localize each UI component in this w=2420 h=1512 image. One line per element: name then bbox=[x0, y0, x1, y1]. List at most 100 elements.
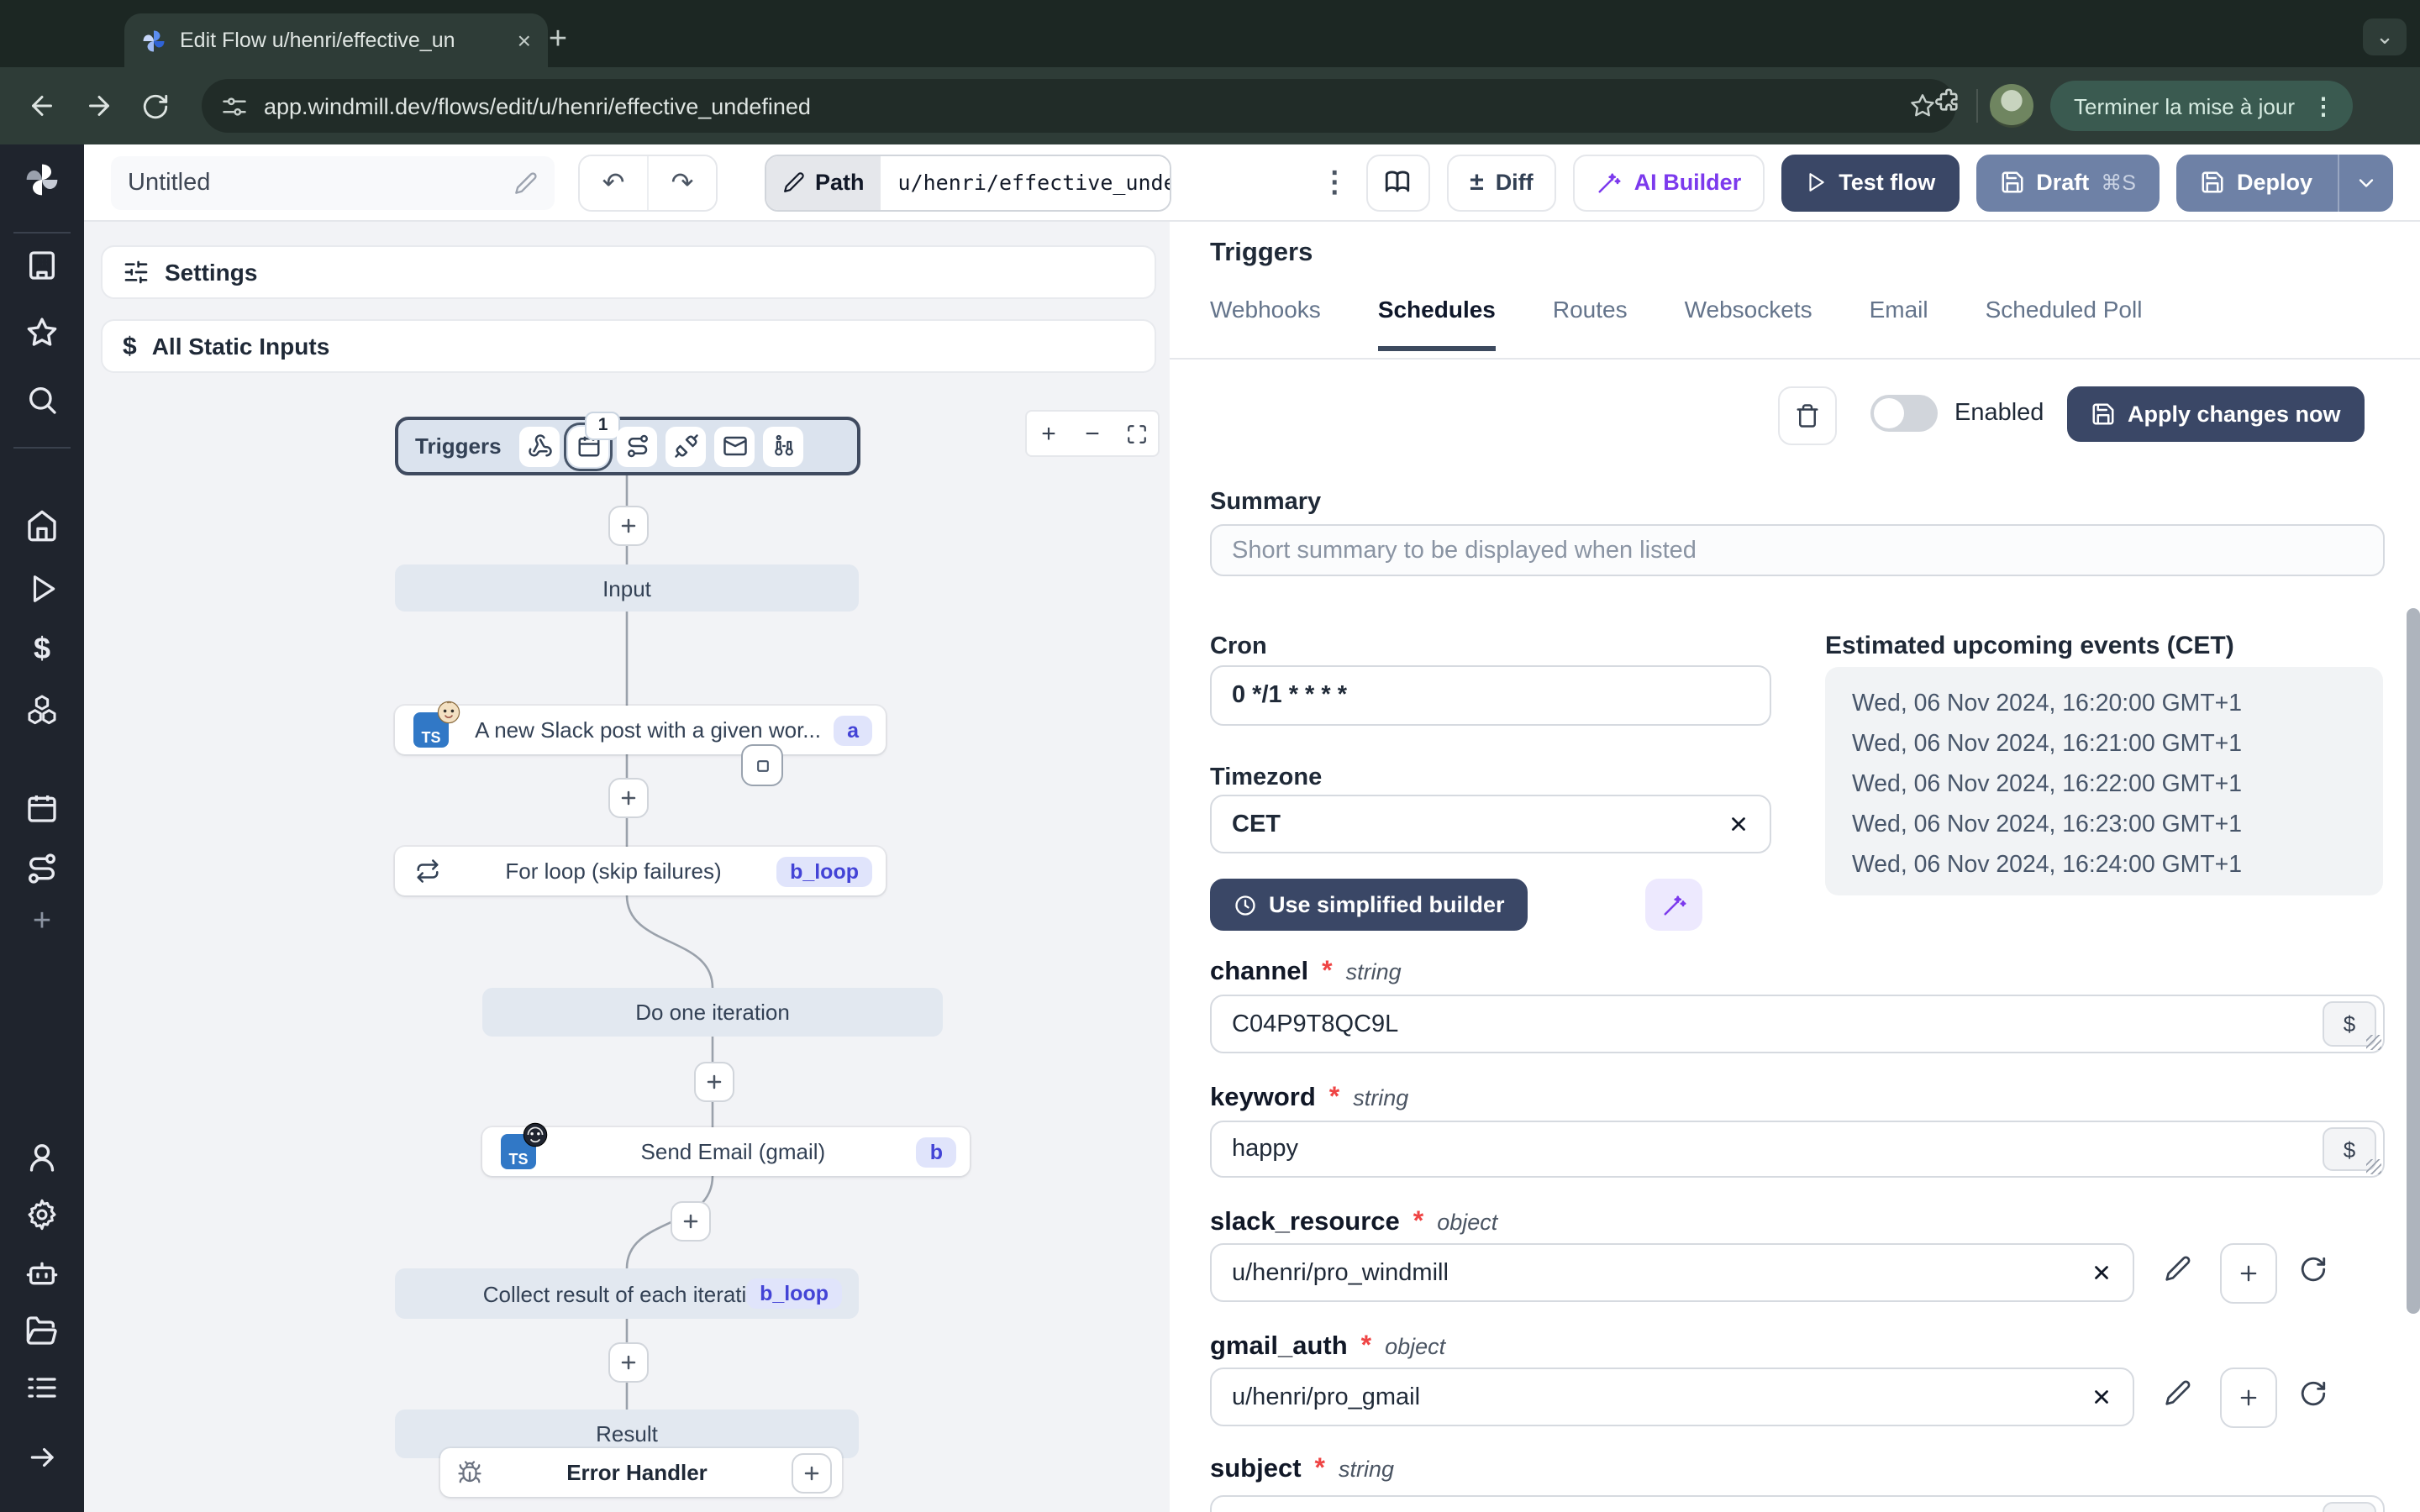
browser-tab[interactable]: Edit Flow u/henri/effective_un × bbox=[124, 13, 548, 67]
back-icon[interactable] bbox=[27, 91, 57, 121]
browser-menu-kebab-icon[interactable]: ⋮ bbox=[2312, 92, 2335, 120]
add-slack-resource-plus-button[interactable] bbox=[2220, 1243, 2277, 1304]
add-step-button[interactable] bbox=[608, 778, 649, 818]
windmill-logo-icon[interactable] bbox=[24, 161, 60, 198]
edit-gmail-auth-pencil-icon[interactable] bbox=[2165, 1379, 2191, 1406]
tab-search-chevron-icon[interactable]: ⌄ bbox=[2363, 18, 2407, 55]
deploy-button[interactable]: Deploy bbox=[2175, 154, 2393, 211]
cron-input[interactable]: 0 */1 * * * * bbox=[1210, 665, 1771, 726]
slack-resource-input[interactable]: u/henri/pro_windmill bbox=[1210, 1243, 2134, 1302]
edit-slack-resource-pencil-icon[interactable] bbox=[2165, 1255, 2191, 1282]
extensions-puzzle-icon[interactable] bbox=[1933, 86, 1961, 114]
refresh-gmail-auth-icon[interactable] bbox=[2299, 1379, 2328, 1408]
apply-changes-button[interactable]: Apply changes now bbox=[2067, 386, 2365, 442]
summary-input[interactable]: Short summary to be displayed when liste… bbox=[1210, 524, 2385, 576]
fit-view-button[interactable] bbox=[1114, 412, 1158, 455]
sidebar-item-runs-play-icon[interactable] bbox=[24, 570, 60, 606]
channel-input[interactable]: C04P9T8QC9L $ bbox=[1210, 995, 2385, 1053]
add-step-button[interactable] bbox=[608, 1342, 649, 1383]
sidebar-add-plus-icon[interactable]: + bbox=[24, 904, 60, 941]
timezone-input[interactable]: CET bbox=[1210, 795, 1771, 853]
path-chip[interactable]: Path u/henri/effective_undef bbox=[765, 154, 1172, 211]
add-gmail-auth-plus-button[interactable] bbox=[2220, 1368, 2277, 1428]
ai-cron-wand-button[interactable] bbox=[1645, 879, 1702, 931]
sidebar-item-home-icon[interactable] bbox=[24, 507, 60, 544]
deploy-chevron-down-icon[interactable] bbox=[2354, 171, 2378, 194]
flow-collect-node[interactable]: Collect result of each iteration b_loop bbox=[395, 1268, 859, 1319]
sidebar-expand-arrow-icon[interactable] bbox=[24, 1438, 60, 1475]
clear-slack-resource-x-icon[interactable] bbox=[2091, 1262, 2112, 1284]
sidebar-item-workspace-icon[interactable] bbox=[24, 247, 60, 284]
reload-icon[interactable] bbox=[141, 92, 170, 120]
flow-for-loop-node[interactable]: For loop (skip failures) b_loop bbox=[395, 847, 886, 895]
trigger-route-icon[interactable] bbox=[617, 426, 658, 466]
tab-schedules[interactable]: Schedules bbox=[1377, 296, 1496, 351]
tab-close-icon[interactable]: × bbox=[518, 27, 531, 54]
sidebar-item-search-icon[interactable] bbox=[24, 381, 60, 418]
sidebar-item-routes-icon[interactable] bbox=[24, 850, 60, 887]
sidebar-item-variables-dollar-icon[interactable]: $ bbox=[24, 630, 60, 667]
flow-error-handler-node[interactable]: Error Handler bbox=[440, 1448, 842, 1497]
trigger-scheduled-poll-binoculars-icon[interactable] bbox=[763, 426, 804, 466]
delete-schedule-trash-icon[interactable] bbox=[1778, 386, 1837, 445]
browser-update-button[interactable]: Terminer la mise à jour ⋮ bbox=[2050, 81, 2352, 131]
sidebar-item-resources-boxes-icon[interactable] bbox=[24, 690, 60, 727]
zoom-out-button[interactable]: − bbox=[1071, 412, 1114, 455]
undo-button[interactable]: ↶ bbox=[580, 155, 647, 209]
diff-button[interactable]: ± Diff bbox=[1446, 154, 1557, 211]
add-step-button[interactable] bbox=[694, 1062, 734, 1102]
clear-timezone-x-icon[interactable] bbox=[1728, 813, 1749, 835]
resize-handle[interactable] bbox=[2366, 1035, 2381, 1050]
keyword-input[interactable]: happy $ bbox=[1210, 1121, 2385, 1178]
add-step-button[interactable] bbox=[608, 506, 649, 546]
trigger-websocket-plug-icon[interactable] bbox=[666, 426, 707, 466]
trigger-webhook-icon[interactable] bbox=[519, 426, 560, 466]
tab-scheduled-poll[interactable]: Scheduled Poll bbox=[1986, 296, 2143, 351]
test-flow-button[interactable]: Test flow bbox=[1781, 154, 1960, 211]
add-error-handler-button[interactable] bbox=[792, 1452, 832, 1493]
more-options-kebab-icon[interactable]: ⋮ bbox=[1320, 165, 1349, 199]
refresh-slack-resource-icon[interactable] bbox=[2299, 1255, 2328, 1284]
stop-after-step-button[interactable] bbox=[741, 744, 783, 786]
sidebar-item-schedules-calendar-icon[interactable] bbox=[24, 790, 60, 827]
subject-input[interactable]: $ bbox=[1210, 1495, 2385, 1512]
sidebar-item-folders-icon[interactable] bbox=[24, 1312, 60, 1349]
clear-gmail-auth-x-icon[interactable] bbox=[2091, 1386, 2112, 1408]
new-tab-button[interactable]: + bbox=[538, 20, 578, 60]
panel-scrollbar[interactable] bbox=[2407, 608, 2420, 1314]
gmail-auth-input[interactable]: u/henri/pro_gmail bbox=[1210, 1368, 2134, 1426]
site-settings-icon[interactable] bbox=[222, 93, 247, 118]
redo-button[interactable]: ↷ bbox=[647, 155, 716, 209]
trigger-email-icon[interactable] bbox=[714, 426, 755, 466]
edit-name-pencil-icon[interactable] bbox=[514, 171, 538, 194]
ai-builder-button[interactable]: AI Builder bbox=[1573, 154, 1765, 211]
resize-handle[interactable] bbox=[2366, 1159, 2381, 1174]
sidebar-item-favorites-star-icon[interactable] bbox=[24, 314, 60, 351]
url-bar[interactable]: app.windmill.dev/flows/edit/u/henri/effe… bbox=[202, 79, 1956, 133]
flow-name-field[interactable]: Untitled bbox=[111, 155, 555, 209]
tab-webhooks[interactable]: Webhooks bbox=[1210, 296, 1321, 351]
flow-do-one-iteration-node[interactable]: Do one iteration bbox=[482, 988, 943, 1037]
tab-email[interactable]: Email bbox=[1870, 296, 1928, 351]
draft-button[interactable]: Draft ⌘S bbox=[1975, 154, 2160, 211]
sidebar-item-user-icon[interactable] bbox=[24, 1139, 60, 1176]
flow-step-a-node[interactable]: TS A new Slack post with a given wor... … bbox=[395, 701, 886, 754]
subject-dollar-button[interactable]: $ bbox=[2323, 1502, 2376, 1512]
zoom-in-button[interactable]: + bbox=[1027, 412, 1071, 455]
forward-icon[interactable] bbox=[84, 91, 114, 121]
flow-triggers-node[interactable]: Triggers 1 bbox=[395, 411, 860, 475]
flow-input-node[interactable]: Input bbox=[395, 564, 859, 612]
docs-book-button[interactable] bbox=[1365, 154, 1430, 211]
enabled-toggle[interactable] bbox=[1870, 395, 1938, 432]
sidebar-item-settings-gear-icon[interactable] bbox=[24, 1196, 60, 1233]
trigger-schedule-calendar-icon[interactable]: 1 bbox=[568, 411, 621, 466]
add-step-button[interactable] bbox=[671, 1201, 711, 1242]
sidebar-item-workers-robot-icon[interactable] bbox=[24, 1255, 60, 1292]
tab-websockets[interactable]: Websockets bbox=[1685, 296, 1812, 351]
use-simplified-builder-button[interactable]: Use simplified builder bbox=[1210, 879, 1528, 931]
flow-step-b-node[interactable]: TS Send Email (gmail) b bbox=[482, 1122, 970, 1176]
tab-routes[interactable]: Routes bbox=[1553, 296, 1628, 351]
path-value[interactable]: u/henri/effective_undef bbox=[881, 155, 1171, 209]
profile-avatar[interactable] bbox=[1990, 84, 2033, 128]
sidebar-item-audit-logs-list-icon[interactable] bbox=[24, 1369, 60, 1406]
